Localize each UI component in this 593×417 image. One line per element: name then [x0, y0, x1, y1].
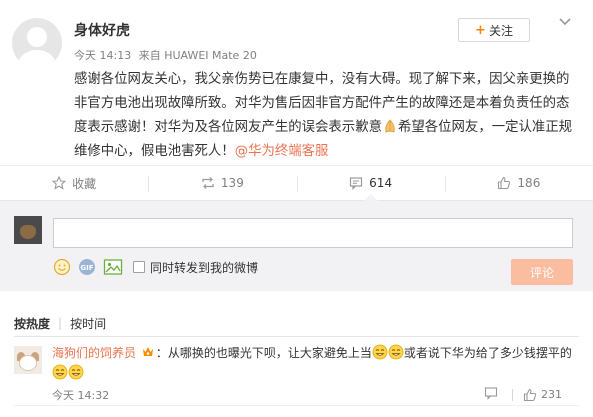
thumbs-up-icon: [498, 176, 511, 190]
repost-checkbox-label: 同时转发到我的微博: [150, 260, 259, 275]
vip-badge-icon[interactable]: [140, 344, 156, 360]
mention-link[interactable]: @华为终端客服: [235, 144, 329, 159]
comment-text-part-1: ：从哪换的也曝光下呗，让大家避免上当: [155, 346, 372, 360]
plus-icon: +: [475, 22, 486, 38]
comment-button[interactable]: 614: [296, 166, 445, 201]
my-avatar[interactable]: [14, 216, 42, 244]
post-source: 来自 HUAWEI Mate 20: [138, 49, 257, 62]
checkbox-box[interactable]: [133, 261, 145, 273]
gif-icon[interactable]: GIF: [77, 258, 97, 276]
repost-button[interactable]: 139: [148, 166, 296, 200]
tab-sort-time[interactable]: 按时间: [70, 315, 106, 332]
svg-text:GIF: GIF: [80, 264, 93, 272]
commenter-avatar[interactable]: [14, 346, 42, 374]
grin-emoji-icon: [68, 364, 84, 380]
comment-icon: [350, 177, 363, 190]
tab-sort-hot[interactable]: 按热度: [14, 315, 50, 332]
poster-username[interactable]: 身体好虎: [74, 20, 130, 40]
comment-actions: 231: [484, 386, 562, 403]
comment-time: 今天 14:32: [52, 389, 110, 402]
comment-sort-bar: 按热度 | 按时间: [0, 311, 593, 335]
comment-like-count: 231: [541, 388, 562, 401]
comment-item: 海狗们的饲养员 ：从哪换的也曝光下呗，让大家避免上当 或者说下华为给了多少钱摆平的: [52, 343, 582, 383]
like-button[interactable]: 186: [444, 166, 593, 200]
divider: [14, 336, 579, 337]
divider: [512, 388, 513, 401]
commenter-username[interactable]: 海狗们的饲养员: [52, 346, 136, 360]
post-text: 感谢各位网友关心，我父亲伤势已在康复中，没有大碍。现了解下来，因父亲更换的非官方…: [74, 68, 579, 164]
image-icon[interactable]: [103, 258, 123, 276]
poster-avatar[interactable]: [12, 18, 62, 68]
favorite-label: 收藏: [72, 176, 97, 191]
comment-tools: GIF 同时转发到我的微博: [53, 258, 258, 276]
follow-button[interactable]: + 关注: [458, 18, 530, 42]
repost-count: 139: [220, 176, 244, 190]
post-action-bar: 收藏 139 614 186: [0, 165, 593, 201]
comment-compose-area: GIF 同时转发到我的微博 评论: [0, 201, 593, 291]
repost-checkbox[interactable]: 同时转发到我的微博: [133, 259, 258, 276]
star-icon: [52, 176, 67, 190]
grin-emoji-icon: [372, 344, 388, 360]
chevron-down-icon[interactable]: [558, 16, 572, 28]
divider: [14, 405, 579, 406]
grin-emoji-icon: [52, 364, 68, 380]
comment-text-part-2: 或者说下华为给了多少钱摆平的: [403, 346, 572, 360]
grin-emoji-icon: [388, 344, 404, 360]
thumbs-up-icon: [523, 388, 537, 401]
comment-like-button[interactable]: 231: [523, 388, 562, 402]
favorite-button[interactable]: 收藏: [0, 166, 148, 200]
post-meta: 今天 14:13 来自 HUAWEI Mate 20: [74, 47, 261, 63]
submit-comment-button[interactable]: 评论: [511, 259, 573, 285]
repost-icon: [202, 177, 214, 189]
comment-input[interactable]: [53, 218, 573, 248]
reply-icon[interactable]: [484, 386, 502, 403]
weibo-post-card: 身体好虎 今天 14:13 来自 HUAWEI Mate 20 + 关注 感谢各…: [0, 0, 593, 417]
pray-emoji-icon: [382, 118, 398, 134]
like-count: 186: [517, 176, 541, 190]
smiley-icon[interactable]: [53, 258, 71, 276]
comment-count: 614: [369, 176, 393, 190]
post-time[interactable]: 今天 14:13: [74, 49, 131, 62]
sort-divider: |: [58, 316, 63, 330]
follow-label: 关注: [488, 23, 513, 38]
